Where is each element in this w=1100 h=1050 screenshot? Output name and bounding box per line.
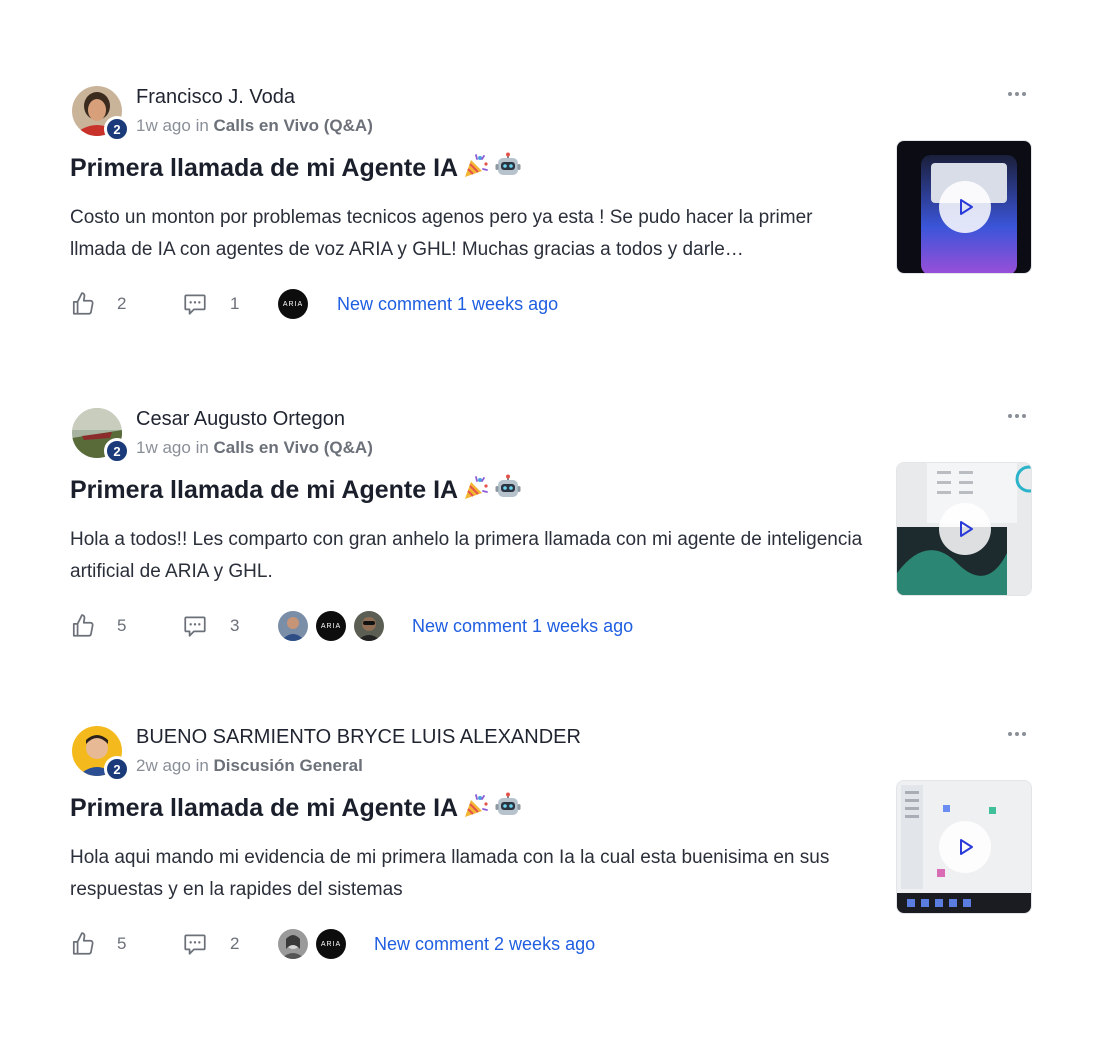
play-icon (953, 517, 977, 541)
post-time: 2w ago (136, 756, 191, 775)
play-icon (953, 195, 977, 219)
play-button[interactable] (939, 821, 991, 873)
new-comment-link[interactable]: New comment 1 weeks ago (412, 616, 633, 637)
author-avatar[interactable]: 2 (72, 408, 130, 464)
comment-icon (182, 931, 208, 957)
post-body[interactable]: Hola a todos!! Les comparto con gran anh… (70, 524, 870, 588)
play-button[interactable] (939, 503, 991, 555)
in-word: in (195, 438, 209, 457)
commenter-avatar[interactable] (278, 929, 308, 959)
video-thumbnail[interactable] (896, 140, 1032, 274)
commenter-avatars[interactable]: ARIA (278, 611, 384, 641)
post-body[interactable]: Hola aqui mando mi evidencia de mi prime… (70, 842, 870, 906)
like-count: 5 (117, 616, 127, 635)
robot-emoji (494, 792, 522, 820)
post-card[interactable]: 2 Cesar Augusto Ortegon 1w ago in Calls … (70, 406, 1032, 666)
thumbs-up-icon (70, 291, 96, 317)
party-popper-emoji (462, 152, 490, 180)
commenter-avatars[interactable]: ARIA (278, 289, 308, 319)
post-actions: 2 1 ARIA New comment 1 weeks ago (70, 288, 870, 320)
post-meta: 1w ago in Calls en Vivo (Q&A) (136, 438, 373, 458)
new-comment-link[interactable]: New comment 1 weeks ago (337, 294, 558, 315)
video-thumbnail[interactable] (896, 462, 1032, 596)
post-title-text[interactable]: Primera llamada de mi Agente IA (70, 794, 458, 822)
commenter-avatar[interactable]: ARIA (278, 289, 308, 319)
more-dots-icon[interactable] (1002, 84, 1032, 104)
comment-count: 3 (230, 616, 240, 635)
comment-icon (182, 291, 208, 317)
post-card[interactable]: 2 BUENO SARMIENTO BRYCE LUIS ALEXANDER 2… (70, 724, 1032, 984)
post-actions: 5 2 ARIA New comment 2 weeks ago (70, 928, 870, 960)
post-title-text[interactable]: Primera llamada de mi Agente IA (70, 476, 458, 504)
post-meta: 2w ago in Discusión General (136, 756, 363, 776)
post-category[interactable]: Discusión General (214, 756, 363, 775)
comment-button[interactable]: 2 (182, 928, 239, 960)
more-dots-icon[interactable] (1002, 724, 1032, 744)
thumbs-up-icon (70, 931, 96, 957)
post-category[interactable]: Calls en Vivo (Q&A) (214, 116, 373, 135)
like-count: 2 (117, 294, 127, 313)
post-card[interactable]: 2 Francisco J. Voda 1w ago in Calls en V… (70, 84, 1032, 344)
new-comment-link[interactable]: New comment 2 weeks ago (374, 934, 595, 955)
in-word: in (195, 756, 209, 775)
comment-button[interactable]: 3 (182, 610, 239, 642)
post-title[interactable]: Primera llamada de mi Agente IA (70, 474, 522, 505)
comment-button[interactable]: 1 (182, 288, 239, 320)
video-thumbnail[interactable] (896, 780, 1032, 914)
comment-count: 2 (230, 934, 240, 953)
robot-emoji (494, 152, 522, 180)
like-button[interactable]: 5 (70, 928, 126, 960)
post-category[interactable]: Calls en Vivo (Q&A) (214, 438, 373, 457)
like-count: 5 (117, 934, 127, 953)
commenter-avatar[interactable] (354, 611, 384, 641)
play-icon (953, 835, 977, 859)
party-popper-emoji (462, 792, 490, 820)
commenter-avatar[interactable]: ARIA (316, 929, 346, 959)
in-word: in (195, 116, 209, 135)
author-name[interactable]: BUENO SARMIENTO BRYCE LUIS ALEXANDER (136, 726, 581, 749)
like-button[interactable]: 2 (70, 288, 126, 320)
post-actions: 5 3 ARIA New comment 1 weeks ago (70, 610, 870, 642)
author-name[interactable]: Cesar Augusto Ortegon (136, 408, 345, 431)
post-body[interactable]: Costo un monton por problemas tecnicos a… (70, 202, 870, 266)
post-title[interactable]: Primera llamada de mi Agente IA (70, 152, 522, 183)
level-badge: 2 (104, 756, 130, 782)
author-avatar[interactable]: 2 (72, 86, 130, 142)
post-title[interactable]: Primera llamada de mi Agente IA (70, 792, 522, 823)
author-name[interactable]: Francisco J. Voda (136, 86, 295, 109)
like-button[interactable]: 5 (70, 610, 126, 642)
author-avatar[interactable]: 2 (72, 726, 130, 782)
play-button[interactable] (939, 181, 991, 233)
post-title-text[interactable]: Primera llamada de mi Agente IA (70, 154, 458, 182)
party-popper-emoji (462, 474, 490, 502)
more-dots-icon[interactable] (1002, 406, 1032, 426)
post-time: 1w ago (136, 116, 191, 135)
commenter-avatar[interactable]: ARIA (316, 611, 346, 641)
comment-count: 1 (230, 294, 240, 313)
commenter-avatar[interactable] (278, 611, 308, 641)
comment-icon (182, 613, 208, 639)
level-badge: 2 (104, 116, 130, 142)
level-badge: 2 (104, 438, 130, 464)
thumbs-up-icon (70, 613, 96, 639)
post-meta: 1w ago in Calls en Vivo (Q&A) (136, 116, 373, 136)
post-time: 1w ago (136, 438, 191, 457)
robot-emoji (494, 474, 522, 502)
commenter-avatars[interactable]: ARIA (278, 929, 346, 959)
